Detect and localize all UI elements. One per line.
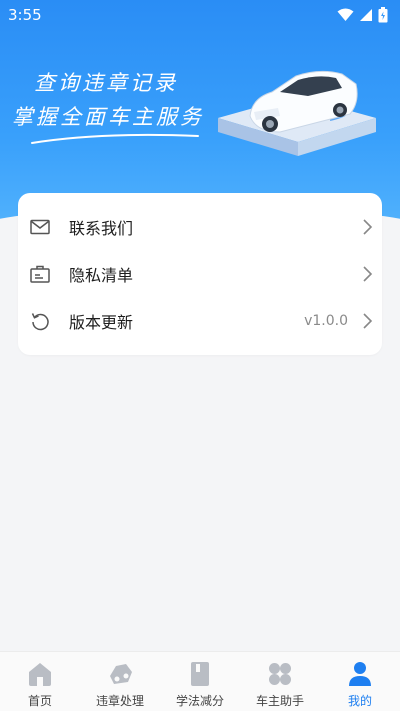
version-value: v1.0.0 — [304, 313, 348, 329]
bottom-tab-bar: 首页 违章处理 学法减分 车主助手 我的 — [0, 651, 400, 711]
chevron-right-icon — [363, 313, 373, 329]
car-illustration — [218, 70, 376, 156]
chevron-right-icon — [363, 266, 373, 282]
banner-slogan: 查询违章记录 掌握全面车主服务 — [12, 66, 204, 134]
banner-line-1: 查询违章记录 — [34, 71, 178, 95]
signal-icon — [360, 9, 372, 21]
car-icon — [110, 664, 132, 684]
tab-label: 车主助手 — [255, 694, 304, 708]
menu-item-contact-us[interactable]: 联系我们 — [18, 203, 382, 251]
user-icon — [349, 662, 371, 686]
tab-label: 违章处理 — [95, 694, 144, 708]
tab-label: 学法减分 — [175, 694, 224, 708]
tab-label: 我的 — [347, 694, 372, 708]
chevron-right-icon — [363, 219, 373, 235]
tab-study-points[interactable]: 学法减分 — [160, 652, 240, 711]
settings-menu-card: 联系我们 隐私清单 版本更新 v1.0.0 — [18, 193, 382, 355]
tab-owner-assistant[interactable]: 车主助手 — [240, 652, 320, 711]
tab-mine[interactable]: 我的 — [320, 652, 400, 711]
menu-item-label: 联系我们 — [69, 219, 134, 238]
wifi-icon — [337, 8, 354, 21]
tab-label: 首页 — [27, 694, 52, 708]
swoosh-decoration — [31, 133, 199, 144]
tab-home[interactable]: 首页 — [0, 652, 80, 711]
id-card-icon — [30, 265, 50, 283]
home-icon — [29, 663, 51, 686]
mail-icon — [30, 219, 50, 235]
refresh-icon — [31, 313, 49, 331]
grid-icon — [269, 663, 291, 685]
menu-item-version-update[interactable]: 版本更新 v1.0.0 — [18, 297, 382, 345]
book-icon — [191, 662, 209, 686]
status-bar: 3:55 — [0, 0, 400, 30]
battery-icon — [378, 7, 388, 23]
tab-violations[interactable]: 违章处理 — [80, 652, 160, 711]
menu-item-privacy-list[interactable]: 隐私清单 — [18, 250, 382, 298]
status-time: 3:55 — [8, 6, 42, 24]
menu-item-label: 隐私清单 — [69, 266, 134, 285]
menu-item-label: 版本更新 — [69, 313, 134, 332]
banner-line-2: 掌握全面车主服务 — [12, 105, 204, 129]
